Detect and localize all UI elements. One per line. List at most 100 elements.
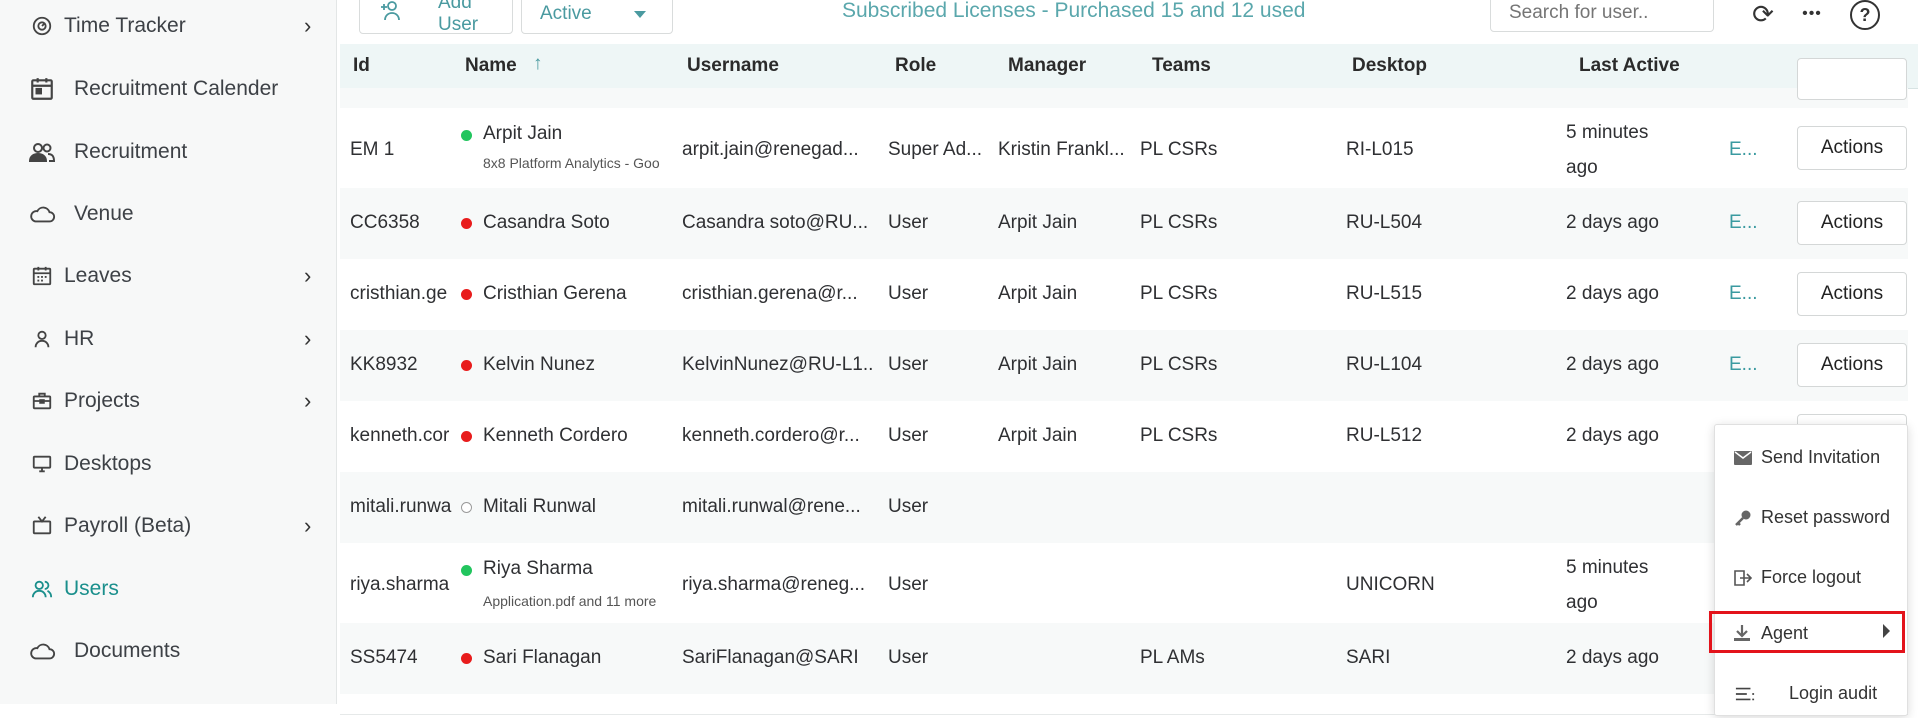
tv-icon [28,512,56,540]
column-header-last-active[interactable]: Last Active [1579,55,1680,77]
edit-link[interactable]: E... [1729,283,1758,305]
status-dot-offline [461,431,472,442]
table-row[interactable]: KK8932 Kelvin Nunez KelvinNunez@RU-L1...… [340,330,1908,402]
add-user-icon [378,0,404,27]
cell-manager: Arpit Jain [998,425,1078,446]
refresh-icon[interactable]: ⟳ [1747,0,1779,30]
cell-username: Casandra soto@RU... [682,212,869,233]
cell-last-active-line2: ago [1566,157,1598,178]
sidebar-item-time-tracker[interactable]: Time Tracker › [0,0,336,54]
add-user-label: Add User [438,0,479,35]
menu-item-send-invitation[interactable]: Send Invitation [1715,434,1907,482]
users-table: Id Name ↑ Username Role Manager Teams De… [340,44,1918,715]
sidebar-item-payroll[interactable]: Payroll (Beta) › [0,498,336,554]
status-dot-offline [461,218,472,229]
user-actions-menu: Send Invitation Reset password Force log… [1709,424,1908,718]
table-row[interactable]: mitali.runwa Mitali Runwal mitali.runwal… [340,472,1908,544]
sidebar-item-projects[interactable]: Projects › [0,373,336,429]
sidebar-item-venue[interactable]: Venue [0,186,336,242]
cell-name: Cristhian Gerena [483,283,627,304]
cell-username: arpit.jain@renegad... [682,139,859,160]
help-icon[interactable]: ? [1850,0,1880,30]
cell-name: Sari Flanagan [483,647,602,668]
person-icon [28,325,56,353]
submenu-caret-icon [1883,624,1890,638]
table-row[interactable]: kenneth.cor Kenneth Cordero kenneth.cord… [340,401,1908,473]
more-options-icon[interactable]: ••• [1796,0,1828,30]
download-icon [1732,623,1752,643]
actions-button[interactable]: Actions [1797,272,1907,316]
edit-link[interactable]: E... [1729,354,1758,376]
cell-desktop: RU-L104 [1346,354,1423,375]
cloud-icon [28,637,56,665]
cell-last-active: 5 minutes [1566,557,1649,578]
users-icon [28,575,56,603]
cell-last-active-line2: ago [1566,592,1598,613]
table-row[interactable]: EM 1 Arpit Jain 8x8 Platform Analytics -… [340,108,1908,189]
status-filter-value: Active [540,3,592,24]
cell-username: kenneth.cordero@r... [682,425,860,446]
actions-button[interactable]: Actions [1797,126,1907,170]
briefcase-icon [28,387,56,415]
cell-username: cristhian.gerena@r... [682,283,858,304]
sidebar-item-label: Leaves [64,264,132,287]
actions-button[interactable]: Actions [1797,201,1907,245]
menu-item-login-audit[interactable]: Login audit [1715,670,1907,718]
cell-manager: Arpit Jain [998,354,1078,375]
table-row[interactable]: SS5474 Sari Flanagan SariFlanagan@SARI U… [340,623,1908,695]
chevron-right-icon: › [304,326,312,351]
cell-name: Mitali Runwal [483,496,596,517]
column-header-teams[interactable]: Teams [1152,55,1211,77]
cell-last-active: 2 days ago [1566,425,1659,446]
cell-role: User [888,496,929,517]
column-header-role[interactable]: Role [895,55,936,77]
cell-desktop: RU-L515 [1346,283,1423,304]
table-row-partial [340,58,1908,109]
timer-icon [28,12,56,40]
sort-ascending-icon[interactable]: ↑ [533,53,543,75]
edit-link[interactable]: E... [1729,212,1758,234]
table-row[interactable]: riya.sharma Riya Sharma Application.pdf … [340,543,1908,624]
table-row[interactable]: CC6358 Casandra Soto Casandra soto@RU...… [340,188,1908,260]
cell-desktop: RI-L015 [1346,139,1414,160]
column-header-manager[interactable]: Manager [1008,55,1086,77]
cell-id: mitali.runwa [350,496,452,517]
menu-item-agent[interactable]: Agent [1709,611,1905,653]
column-header-username[interactable]: Username [687,55,779,77]
cell-teams: PL CSRs [1140,212,1218,233]
menu-item-reset-password[interactable]: Reset password [1715,494,1907,542]
key-icon [1733,508,1753,528]
chevron-right-icon: › [304,13,312,38]
cell-teams: PL CSRs [1140,425,1218,446]
edit-link[interactable]: E... [1729,139,1758,161]
menu-item-label: Force logout [1761,567,1862,587]
sidebar-item-recruitment[interactable]: Recruitment [0,124,336,180]
sidebar-item-label: Desktops [64,452,152,475]
sidebar-item-documents[interactable]: Documents [0,623,336,679]
column-header-name[interactable]: Name [465,55,517,77]
table-row-partial [340,694,1908,715]
sidebar-item-hr[interactable]: HR › [0,311,336,367]
column-header-desktop[interactable]: Desktop [1352,55,1427,77]
sidebar-item-users[interactable]: Users [0,561,336,617]
menu-item-force-logout[interactable]: Force logout [1715,554,1907,602]
menu-item-label: Send Invitation [1761,447,1881,467]
actions-button-partial[interactable] [1797,58,1907,100]
sidebar-item-recruitment-calender[interactable]: Recruitment Calender [0,61,336,117]
column-header-id[interactable]: Id [353,55,370,77]
cell-name: Riya Sharma [483,558,593,579]
add-user-button[interactable]: Add User [359,0,513,35]
actions-button[interactable]: Actions [1797,343,1907,387]
cell-username: SariFlanagan@SARI [682,647,859,668]
sidebar-item-leaves[interactable]: Leaves › [0,248,336,304]
logout-icon [1733,568,1753,588]
people-icon [28,138,56,166]
table-row[interactable]: cristhian.ge Cristhian Gerena cristhian.… [340,259,1908,331]
status-filter-select[interactable]: Active [521,0,673,34]
cell-id: kenneth.cor [350,425,450,446]
menu-item-label: Agent [1761,623,1809,643]
sidebar-item-desktops[interactable]: Desktops [0,436,336,492]
cell-teams: PL CSRs [1140,354,1218,375]
cell-name: Casandra Soto [483,212,610,233]
search-input[interactable] [1490,0,1714,32]
